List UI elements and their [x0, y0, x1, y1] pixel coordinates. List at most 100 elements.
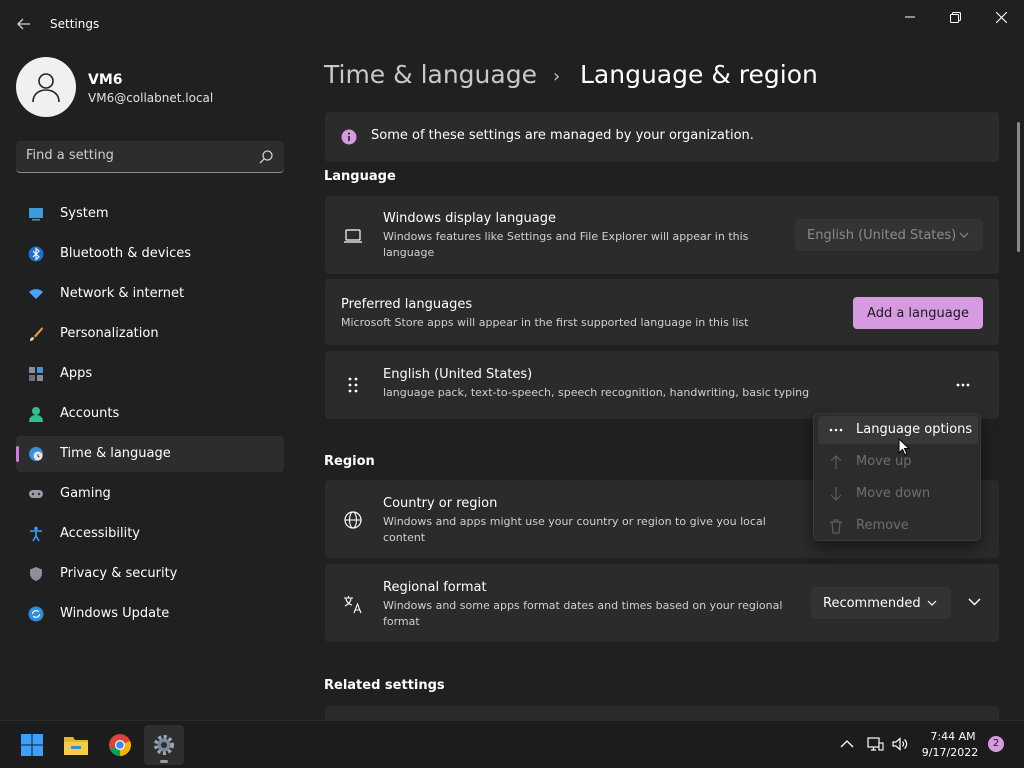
close-button[interactable] — [981, 6, 1021, 28]
taskbar — [0, 720, 1024, 768]
sidebar-item-label: Accessibility — [60, 526, 140, 541]
brush-icon — [30, 327, 43, 341]
clock-time[interactable]: 7:44 AM — [926, 730, 980, 743]
shield-icon — [30, 567, 42, 581]
accessibility-icon — [30, 526, 42, 542]
language-item-title: English (United States) — [383, 367, 533, 382]
chevron-down-icon — [927, 600, 937, 606]
windows-logo-icon — [21, 734, 43, 756]
chrome-button[interactable] — [100, 725, 140, 765]
sidebar-item-accessibility[interactable]: Accessibility — [16, 516, 284, 552]
title-bar: Settings — [0, 0, 1024, 48]
sidebar-item-label: Windows Update — [60, 606, 170, 621]
menu-item-label: Move down — [856, 486, 931, 501]
language-item-english[interactable]: English (United States) language pack, t… — [325, 351, 999, 419]
sidebar-item-label: Accounts — [60, 406, 120, 421]
drag-handle-icon[interactable] — [343, 375, 363, 395]
arrow-left-icon — [17, 18, 30, 30]
info-banner: Some of these settings are managed by yo… — [325, 112, 999, 162]
sidebar-item-network[interactable]: Network & internet — [16, 276, 284, 312]
restore-icon — [949, 11, 961, 23]
display-language-subtitle: Windows features like Settings and File … — [383, 230, 749, 259]
sidebar-item-label: Time & language — [60, 446, 171, 461]
regional-format-card[interactable]: Regional format Windows and some apps fo… — [325, 564, 999, 642]
chevron-down-icon — [968, 598, 981, 606]
update-icon — [28, 606, 44, 622]
notification-badge[interactable]: 2 — [988, 736, 1004, 752]
sidebar-item-windows-update[interactable]: Windows Update — [16, 596, 284, 632]
start-button[interactable] — [12, 725, 52, 765]
display-language-title: Windows display language — [383, 211, 556, 226]
language-context-menu: Language options Move up Move down Remov… — [813, 413, 981, 541]
minimize-button[interactable] — [890, 6, 930, 28]
chrome-icon — [109, 734, 131, 756]
breadcrumb-parent[interactable]: Time & language — [324, 60, 537, 89]
profile-email: VM6@collabnet.local — [88, 91, 214, 105]
chevron-down-icon — [959, 232, 969, 238]
more-icon — [956, 383, 970, 387]
menu-item-label: Remove — [856, 518, 909, 533]
bluetooth-icon — [28, 246, 44, 262]
section-heading-region: Region — [324, 454, 375, 469]
sidebar-item-gaming[interactable]: Gaming — [16, 476, 284, 512]
arrow-down-icon — [830, 487, 842, 501]
active-indicator — [16, 446, 19, 462]
regional-format-dropdown[interactable]: Recommended — [811, 587, 951, 619]
info-banner-text: Some of these settings are managed by yo… — [371, 128, 754, 143]
page-title: Language & region — [580, 60, 818, 89]
country-region-title: Country or region — [383, 496, 498, 511]
regional-format-subtitle: Windows and some apps format dates and t… — [383, 599, 783, 628]
profile-name: VM6 — [88, 72, 123, 88]
gear-icon — [154, 735, 174, 755]
language-item-subtitle: language pack, text-to-speech, speech re… — [383, 386, 810, 399]
arrow-up-icon — [830, 455, 842, 469]
expand-button[interactable] — [961, 588, 989, 616]
file-explorer-button[interactable] — [56, 725, 96, 765]
sidebar-item-privacy[interactable]: Privacy & security — [16, 556, 284, 592]
system-icon — [29, 208, 43, 221]
back-button[interactable] — [14, 14, 34, 34]
folder-icon — [64, 737, 88, 755]
minimize-icon — [905, 16, 915, 18]
chevron-up-icon[interactable] — [838, 735, 856, 753]
menu-item-move-down[interactable]: Move down — [818, 480, 978, 508]
avatar[interactable] — [16, 57, 76, 117]
more-options-button[interactable] — [945, 371, 981, 399]
close-icon — [995, 11, 1007, 23]
sidebar-item-label: Network & internet — [60, 286, 185, 301]
related-settings-card — [325, 706, 999, 720]
display-language-card: Windows display language Windows feature… — [325, 196, 999, 274]
app-title: Settings — [50, 17, 100, 31]
restore-button[interactable] — [935, 6, 975, 28]
section-heading-language: Language — [324, 169, 396, 184]
menu-item-label: Language options — [856, 422, 973, 437]
sidebar-item-apps[interactable]: Apps — [16, 356, 284, 392]
globe-clock-icon — [29, 447, 43, 461]
more-icon — [829, 428, 843, 432]
sidebar-item-bluetooth[interactable]: Bluetooth & devices — [16, 236, 284, 272]
sidebar-item-accounts[interactable]: Accounts — [16, 396, 284, 432]
controller-icon — [29, 490, 43, 498]
language-format-icon — [344, 596, 362, 614]
apps-icon — [29, 367, 43, 381]
search-icon[interactable] — [258, 149, 274, 165]
person-icon — [29, 407, 43, 422]
menu-item-label: Move up — [856, 454, 912, 469]
sidebar-item-personalization[interactable]: Personalization — [16, 316, 284, 352]
clock-date[interactable]: 9/17/2022 — [920, 746, 980, 759]
search-box[interactable]: Find a setting — [16, 141, 284, 173]
add-language-button[interactable]: Add a language — [853, 297, 983, 329]
sidebar-item-time-language[interactable]: Time & language — [16, 436, 284, 472]
display-language-dropdown[interactable]: English (United States) — [795, 219, 983, 251]
regional-format-value: Recommended — [823, 595, 921, 611]
sidebar-item-label: Gaming — [60, 486, 111, 501]
settings-taskbar-button[interactable] — [144, 725, 184, 765]
country-region-subtitle: Windows and apps might use your country … — [383, 515, 766, 544]
scrollbar-thumb[interactable] — [1017, 122, 1020, 252]
sidebar-item-system[interactable]: System — [16, 196, 284, 232]
search-input[interactable]: Find a setting — [26, 148, 114, 163]
menu-item-remove[interactable]: Remove — [818, 512, 978, 540]
volume-icon[interactable] — [891, 735, 909, 753]
info-icon — [341, 129, 357, 145]
network-icon[interactable] — [866, 735, 884, 753]
